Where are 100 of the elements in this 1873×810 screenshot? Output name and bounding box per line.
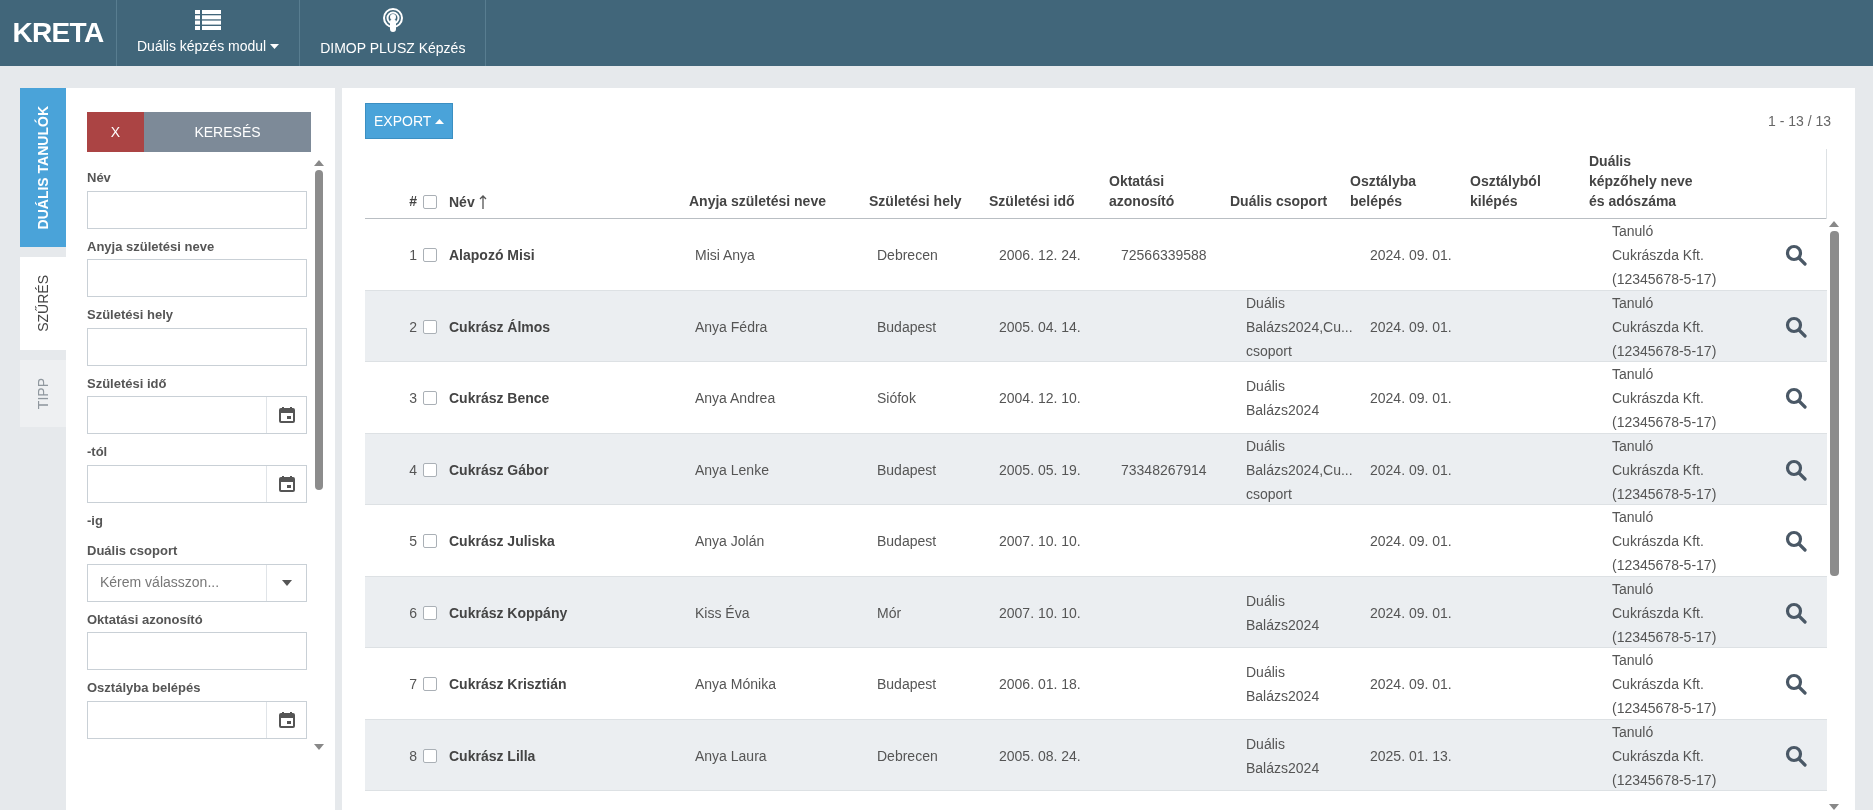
student-name[interactable]: Cukrász Álmos <box>449 318 551 335</box>
field-label: Születési idő <box>87 374 168 393</box>
column-header[interactable]: Duális képzőhely neve és adószáma <box>1589 151 1693 211</box>
column-header[interactable]: Anyja születési neve <box>689 191 826 211</box>
calendar-icon <box>278 407 295 423</box>
table-cell-text: Duális Balázs2024 <box>1246 734 1321 778</box>
checkbox[interactable] <box>423 248 437 262</box>
student-name[interactable]: Cukrász Gábor <box>449 461 549 478</box>
student-name[interactable]: Cukrász Bence <box>449 390 550 406</box>
side-tab[interactable]: SZŰRÉS <box>20 257 66 351</box>
checkbox[interactable] <box>423 391 437 405</box>
table-cell: Budapest <box>877 533 937 549</box>
student-name[interactable]: Cukrász Juliska <box>449 533 555 549</box>
table-cell-text: Duális Balázs2024 <box>1246 591 1321 635</box>
search-icon[interactable] <box>1785 244 1807 266</box>
checkbox[interactable] <box>423 194 437 209</box>
table-cell-text: Duális Balázs2024,Cu... csoport <box>1246 293 1350 361</box>
date-field[interactable] <box>87 464 308 503</box>
column-header[interactable]: Születési idő <box>989 191 1075 211</box>
table-cell-text: Duális Balázs2024,Cu... csoport <box>1246 436 1350 504</box>
input-field[interactable] <box>87 259 308 297</box>
checkbox[interactable] <box>423 605 437 620</box>
caret-icon <box>435 118 445 124</box>
table-cell: 2024. 09. 01. <box>1370 676 1452 692</box>
scroll-down-icon[interactable] <box>314 744 325 750</box>
table-cell: Siófok <box>877 390 916 406</box>
student-name[interactable]: Cukrász Koppány <box>449 604 568 621</box>
column-header[interactable]: Oktatási azonosító <box>1109 171 1175 211</box>
search-icon[interactable] <box>1785 315 1807 338</box>
table-cell: Budapest <box>877 318 937 335</box>
field-label: Anyja születési neve <box>87 237 216 256</box>
table-cell: 2005. 08. 24. <box>999 747 1081 764</box>
field-label: -ig <box>87 511 104 530</box>
search-button[interactable]: KERESÉS <box>144 112 311 152</box>
row-number: 8 <box>409 746 417 766</box>
field-label: Duális csoport <box>87 542 179 560</box>
row-number: 4 <box>409 460 417 480</box>
search-icon[interactable] <box>1785 530 1807 552</box>
field-label: Születési hely <box>87 306 174 324</box>
row-number: 5 <box>409 532 417 551</box>
search-icon[interactable] <box>1785 387 1807 409</box>
menu-item[interactable]: Duális képzés modul <box>117 0 301 66</box>
table-cell: 2007. 10. 10. <box>999 604 1081 621</box>
column-header[interactable]: Név <box>449 192 475 212</box>
student-name[interactable]: Alapozó Misi <box>449 247 535 263</box>
search-icon[interactable] <box>1785 601 1807 624</box>
student-name[interactable]: Cukrász Lilla <box>449 747 536 764</box>
student-name[interactable]: Cukrász Krisztián <box>449 676 567 692</box>
search-icon[interactable] <box>1785 744 1807 767</box>
scrollbar-thumb[interactable] <box>315 170 324 490</box>
column-header[interactable]: Osztályba belépés <box>1350 171 1417 211</box>
scroll-up-icon[interactable] <box>1829 221 1839 227</box>
input-field[interactable] <box>87 190 308 229</box>
column-header: # <box>409 192 417 211</box>
scroll-down-icon[interactable] <box>1829 804 1839 810</box>
table-cell: Anya Mónika <box>695 676 776 692</box>
table-cell-text: Duális Balázs2024 <box>1246 377 1321 420</box>
table-cell-text: Tanuló Cukrászda Kft. (12345678-5-17) <box>1612 293 1718 361</box>
table-cell-text: Tanuló Cukrászda Kft. (12345678-5-17) <box>1612 722 1718 790</box>
date-field[interactable] <box>87 700 308 739</box>
search-icon[interactable] <box>1785 458 1807 481</box>
table-cell-text: Tanuló Cukrászda Kft. (12345678-5-17) <box>1612 651 1718 718</box>
column-header[interactable]: Duális csoport <box>1230 191 1328 211</box>
column-header[interactable]: Születési hely <box>869 191 962 211</box>
input-field[interactable] <box>87 632 308 670</box>
calendar-icon <box>278 711 295 728</box>
dropdown-field[interactable]: Kérem válasszon... <box>87 563 308 602</box>
table-cell: 72566339588 <box>1121 247 1207 263</box>
table-cell: 2006. 12. 24. <box>999 247 1081 263</box>
table-cell: Debrecen <box>877 747 938 764</box>
scrollbar-thumb[interactable] <box>1829 231 1839 576</box>
table-cell: 2005. 05. 19. <box>999 461 1081 478</box>
table-cell: Anya Andrea <box>695 390 776 406</box>
table-cell: Anya Laura <box>695 747 767 764</box>
table-cell: Misi Anya <box>695 247 755 263</box>
column-header[interactable]: Osztályból kilépés <box>1470 171 1541 211</box>
clear-button[interactable]: X <box>87 112 144 152</box>
checkbox[interactable] <box>423 677 437 691</box>
calendar-icon <box>278 475 295 492</box>
table-cell: 2024. 09. 01. <box>1370 390 1452 406</box>
row-number: 1 <box>409 246 417 265</box>
table-cell: 2007. 10. 10. <box>999 533 1081 549</box>
scroll-up-icon[interactable] <box>314 160 325 166</box>
search-icon[interactable] <box>1785 673 1807 695</box>
table-cell: 2025. 01. 13. <box>1370 747 1452 764</box>
date-field[interactable] <box>87 396 308 434</box>
input-field[interactable] <box>87 327 308 366</box>
table-cell: 2024. 09. 01. <box>1370 533 1452 549</box>
table-cell-text: Tanuló Cukrászda Kft. (12345678-5-17) <box>1612 579 1718 647</box>
table-cell: 2024. 09. 01. <box>1370 318 1452 335</box>
menu-item[interactable]: DIMOP PLUSZ Képzés <box>300 0 487 66</box>
row-number: 7 <box>409 675 417 694</box>
table-cell: 2005. 04. 14. <box>999 318 1081 335</box>
field-label: Név <box>87 169 112 187</box>
table-cell: Kiss Éva <box>695 604 750 621</box>
checkbox[interactable] <box>423 462 437 477</box>
checkbox[interactable] <box>423 748 437 763</box>
table-cell: 73348267914 <box>1121 461 1207 478</box>
checkbox[interactable] <box>423 319 437 334</box>
checkbox[interactable] <box>423 534 437 548</box>
